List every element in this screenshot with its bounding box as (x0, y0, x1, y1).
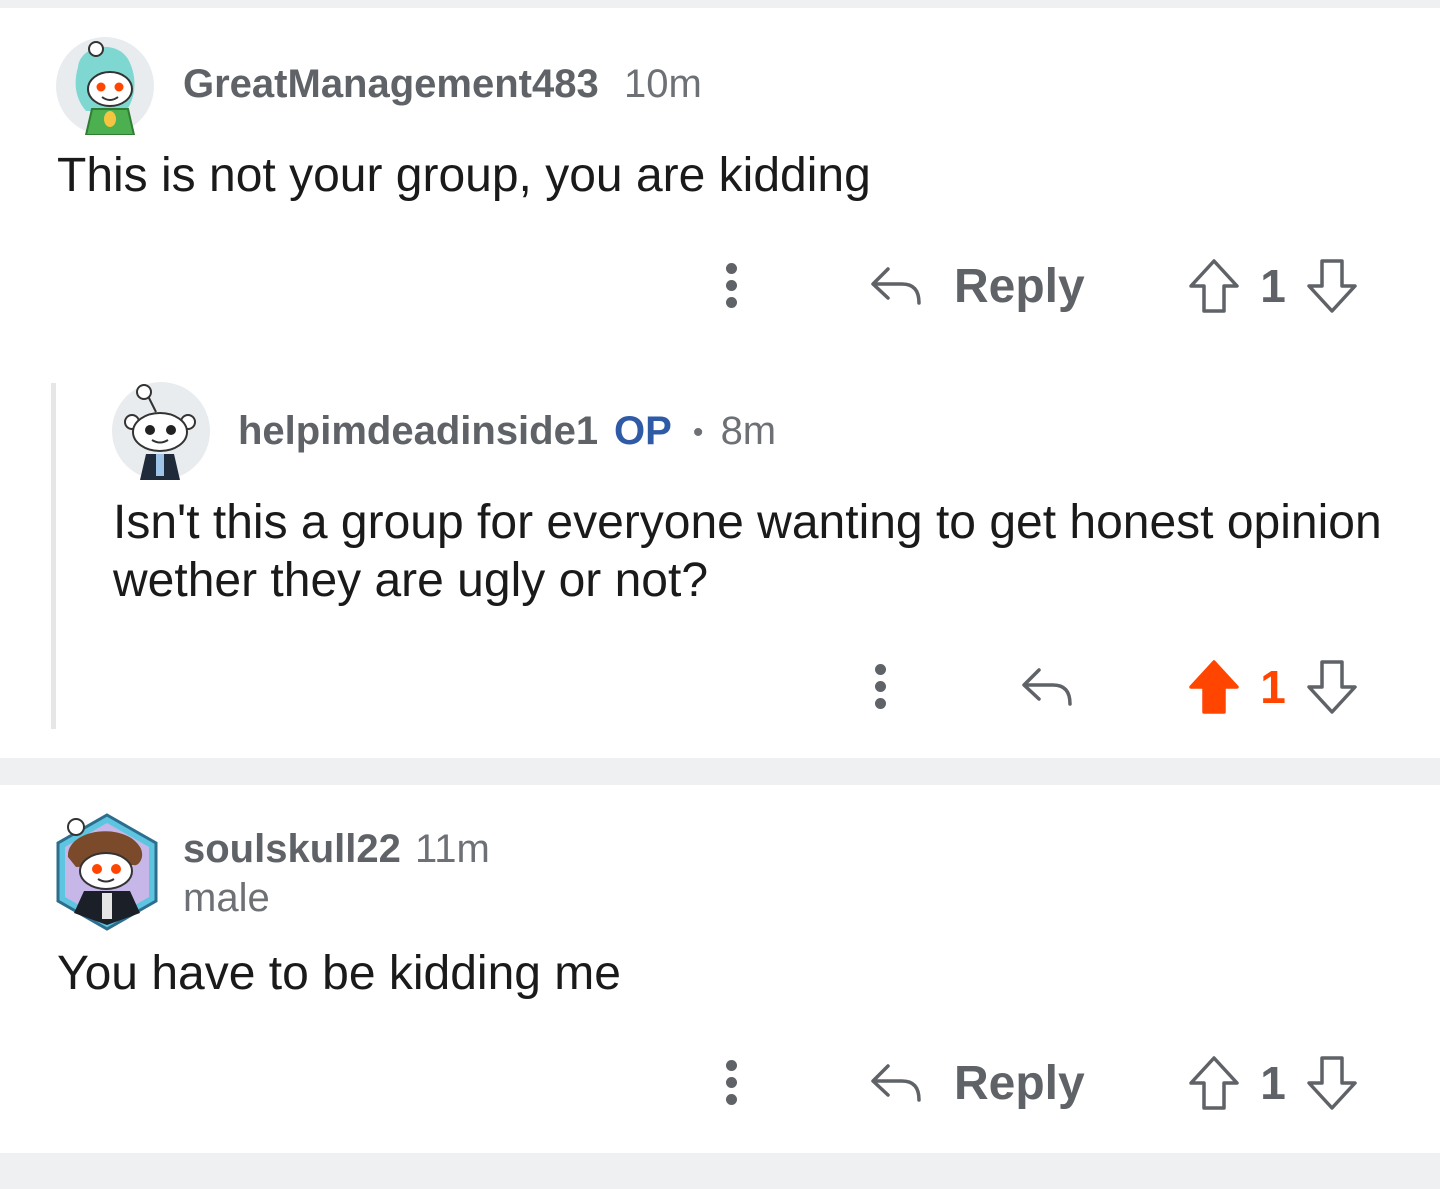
upvote-icon[interactable] (1188, 258, 1240, 314)
reply-button[interactable] (1021, 659, 1073, 715)
vote-score: 1 (1260, 1057, 1286, 1109)
more-options-icon[interactable] (724, 1060, 738, 1106)
divider-band (0, 1153, 1440, 1189)
vote-controls: 1 (1188, 1053, 1358, 1113)
comment-author[interactable]: soulskull22 (183, 827, 401, 872)
upvote-icon-active[interactable] (1188, 659, 1240, 715)
snoo-avatar-icon (56, 813, 158, 931)
snoo-avatar-icon (56, 37, 154, 135)
comment-body: This is not your group, you are kidding (57, 149, 871, 202)
comment-timestamp: 8m (720, 409, 777, 453)
vote-controls: 1 (1188, 657, 1358, 717)
comment-author[interactable]: GreatManagement483 (183, 62, 599, 107)
vote-score: 1 (1260, 661, 1286, 713)
downvote-icon[interactable] (1306, 1055, 1358, 1111)
reply-button[interactable]: Reply (870, 258, 1085, 314)
avatar[interactable] (112, 382, 210, 480)
divider-band (0, 758, 1440, 785)
downvote-icon[interactable] (1306, 258, 1358, 314)
comment-body: You have to be kidding me (57, 947, 621, 1000)
more-options-icon[interactable] (724, 263, 738, 309)
avatar[interactable] (54, 813, 160, 931)
reply-icon (871, 267, 921, 305)
reply-label: Reply (954, 1056, 1085, 1110)
avatar[interactable] (56, 37, 154, 135)
comment-timestamp: 10m (624, 62, 702, 106)
reply-icon (871, 1064, 921, 1102)
more-options-icon[interactable] (873, 664, 887, 710)
reply-icon (1022, 668, 1072, 706)
op-badge: OP (614, 409, 672, 453)
snoo-avatar-icon (112, 382, 210, 480)
reply-button[interactable]: Reply (870, 1055, 1085, 1111)
upvote-icon[interactable] (1188, 1055, 1240, 1111)
downvote-icon[interactable] (1306, 659, 1358, 715)
comment-timestamp: 11m (415, 827, 490, 871)
meta-separator: • (692, 416, 704, 450)
reply-label: Reply (954, 259, 1085, 313)
comment-author[interactable]: helpimdeadinside1 (238, 409, 598, 454)
thread-collapse-line[interactable] (51, 383, 56, 729)
comment-meta: OP • 8m (614, 409, 776, 454)
user-flair: male (183, 876, 270, 920)
vote-controls: 1 (1188, 256, 1358, 316)
vote-score: 1 (1260, 260, 1286, 312)
divider-band (0, 0, 1440, 8)
comment-body: Isn't this a group for everyone wanting … (113, 496, 1382, 607)
